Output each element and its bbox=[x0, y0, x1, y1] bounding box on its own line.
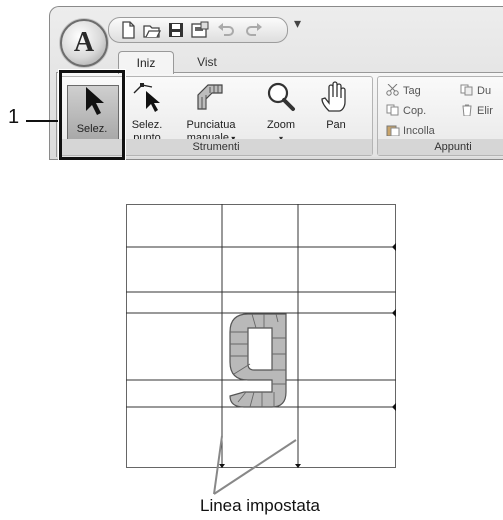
punciatua-label-1: Punciatua bbox=[186, 119, 236, 131]
copy-label: Cop. bbox=[403, 105, 427, 117]
qat-customize-dropdown-icon[interactable]: ▾ bbox=[294, 15, 301, 32]
copy-icon bbox=[386, 104, 399, 116]
arrow-cursor-icon bbox=[86, 87, 104, 115]
redo-icon[interactable] bbox=[245, 21, 263, 39]
paste-label: Incolla bbox=[403, 125, 435, 137]
selez-punto-label-1: Selez. bbox=[131, 119, 163, 131]
pan-button[interactable]: Pan bbox=[312, 81, 360, 132]
app-button-letter: A bbox=[73, 27, 95, 58]
punciatua-manuale-button[interactable]: Punciatua manuale ▾ bbox=[178, 81, 244, 145]
zoom-label: Zoom bbox=[266, 119, 296, 131]
delete-label: Elir bbox=[477, 105, 493, 117]
selez-punto-button[interactable]: Selez. punto bbox=[120, 81, 174, 145]
duplicate-label: Du bbox=[477, 85, 492, 97]
cut-item[interactable]: Tag bbox=[386, 83, 421, 99]
manual-punch-icon bbox=[197, 84, 223, 110]
paste-item[interactable]: Incolla bbox=[386, 123, 435, 139]
baseline-marker-right[interactable] bbox=[392, 403, 396, 411]
quick-access-toolbar bbox=[108, 17, 288, 43]
scissors-icon bbox=[386, 84, 399, 96]
canvas-drawing bbox=[126, 204, 396, 468]
pointer-line bbox=[213, 435, 223, 495]
group-label-appunti: Appunti bbox=[378, 139, 503, 155]
delete-icon bbox=[462, 104, 472, 116]
save-icon[interactable] bbox=[167, 21, 185, 39]
selez-label: Selez. bbox=[76, 123, 108, 135]
select-point-icon bbox=[133, 83, 160, 112]
tab-vist[interactable]: Vist bbox=[184, 51, 230, 73]
annotation-label: Linea impostata bbox=[199, 496, 321, 515]
callout-number: 1 bbox=[8, 106, 20, 128]
annotation-pointer-lines bbox=[213, 435, 297, 495]
paste-icon bbox=[386, 125, 400, 136]
design-canvas[interactable] bbox=[126, 204, 396, 468]
callout-leader-line bbox=[26, 120, 62, 122]
application-menu-button[interactable]: A bbox=[60, 19, 108, 67]
duplicate-icon bbox=[460, 84, 473, 96]
baseline-marker-right[interactable] bbox=[392, 243, 396, 251]
ribbon-panel: Selez. ▾ Selez. punto Punciatua manuale bbox=[56, 72, 503, 157]
group-appunti: Tag Cop. Incolla Du Elir Appunti bbox=[377, 76, 503, 156]
glyph-g-embroidery[interactable] bbox=[229, 313, 287, 408]
zoom-button[interactable]: Zoom ▾ bbox=[256, 81, 306, 145]
ribbon: A ▾ Iniz Vist Selez. Selez. punto Puncia… bbox=[49, 6, 503, 160]
save-as-icon[interactable] bbox=[191, 21, 209, 39]
baseline-marker-right[interactable] bbox=[392, 309, 396, 317]
duplicate-item[interactable]: Du bbox=[460, 83, 491, 99]
magnifier-icon bbox=[267, 82, 295, 111]
open-folder-icon[interactable] bbox=[143, 21, 161, 39]
undo-icon[interactable] bbox=[217, 21, 235, 39]
group-strumenti: Selez. ▾ Selez. punto Punciatua manuale bbox=[59, 76, 373, 156]
copy-item[interactable]: Cop. bbox=[386, 103, 426, 119]
pointer-line bbox=[213, 439, 297, 495]
cut-label: Tag bbox=[403, 85, 421, 97]
group-label-strumenti: Strumenti bbox=[60, 139, 372, 155]
tab-iniz[interactable]: Iniz bbox=[118, 51, 174, 74]
delete-item[interactable]: Elir bbox=[460, 103, 493, 119]
new-document-icon[interactable] bbox=[119, 21, 137, 39]
pan-label: Pan bbox=[326, 119, 346, 131]
hand-icon bbox=[321, 81, 346, 112]
